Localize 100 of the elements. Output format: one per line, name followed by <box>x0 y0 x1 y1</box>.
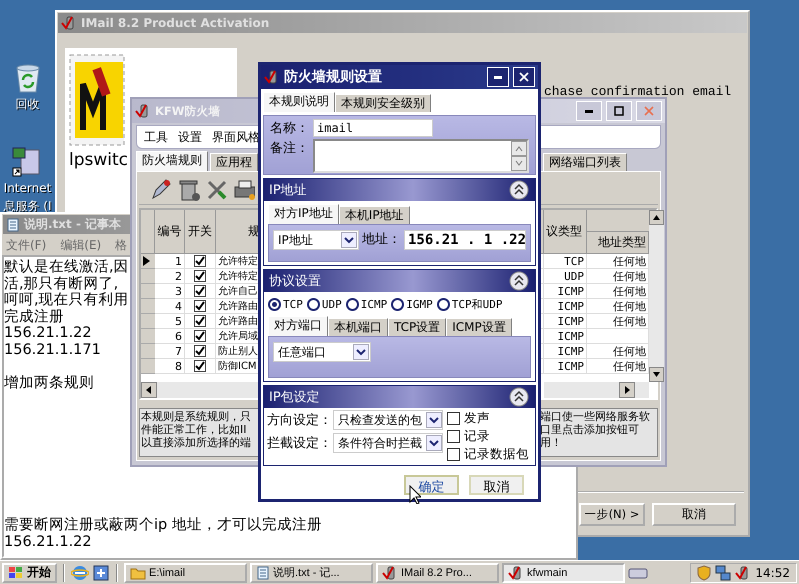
note-field[interactable] <box>313 139 529 173</box>
table-cell: ICMP <box>544 284 587 299</box>
radio-button[interactable]: TCP <box>268 297 303 312</box>
icon-label: 回收 <box>16 97 40 112</box>
table-cell: 2 <box>155 269 185 284</box>
next-button[interactable]: 一步(N) > <box>579 502 645 526</box>
tab[interactable]: 防火墙规则 <box>136 151 208 171</box>
taskbar-button[interactable]: 说明.txt - 记... <box>250 562 373 582</box>
text-line: 156.21.1.22 <box>4 325 92 342</box>
dropdown[interactable]: 条件符合时拦截 <box>333 433 443 453</box>
checkbox[interactable] <box>194 360 206 372</box>
minimize-button[interactable] <box>576 101 602 121</box>
table-cell: ICMP <box>544 329 587 344</box>
checkbox[interactable] <box>194 330 206 342</box>
table-cell: 7 <box>155 344 185 359</box>
current-row-icon <box>141 255 151 267</box>
taskbar-button[interactable]: E:\imail <box>124 562 247 582</box>
table-cell: 任何地 <box>587 269 649 284</box>
checkbox-option[interactable]: 记录 <box>447 428 529 445</box>
cancel-button[interactable]: 取消 <box>469 475 524 495</box>
table-cell: 任何地 <box>587 314 649 329</box>
text-line: 156.21.1.22 <box>4 534 92 550</box>
text-line: 完成注册 <box>4 308 64 325</box>
menu-item[interactable]: 工具 <box>144 128 168 146</box>
ip-type-dropdown[interactable]: IP地址 <box>273 230 359 250</box>
ok-button[interactable]: 确定 <box>404 475 459 495</box>
name-field[interactable]: imail <box>313 119 433 137</box>
table-cell: ICMP <box>544 344 587 359</box>
menu-item[interactable]: 格 <box>115 236 128 254</box>
tab[interactable]: 网络端口列表 <box>543 153 627 171</box>
port-dropdown[interactable]: 任意端口 <box>273 342 371 362</box>
tab[interactable]: 本规则说明 <box>263 92 335 112</box>
flag-icon <box>8 566 24 580</box>
text-line: 156.21.1.171 <box>4 342 101 358</box>
collapse-icon[interactable] <box>509 180 529 200</box>
trash-icon[interactable] <box>177 178 201 202</box>
scrollbar-track[interactable] <box>141 382 261 398</box>
scroll-up-icon[interactable] <box>649 210 664 225</box>
checkbox[interactable] <box>194 300 206 312</box>
spinner-icon[interactable] <box>511 141 527 171</box>
tab[interactable]: 本机端口 <box>328 318 388 336</box>
scroll-right-icon[interactable] <box>619 382 635 398</box>
menu-item[interactable]: 文件(F) <box>6 236 46 254</box>
checkbox[interactable] <box>194 270 206 282</box>
section-title: IP地址 <box>269 182 307 199</box>
network-icon <box>715 564 732 580</box>
tab[interactable]: 本规则安全级别 <box>335 94 431 112</box>
description-text: 本规则是系统规则，只 <box>141 410 251 423</box>
scroll-down-icon[interactable] <box>649 367 664 382</box>
window-title: IMail 8.2 Product Activation <box>81 16 270 30</box>
tab[interactable]: 对方IP地址 <box>268 204 339 224</box>
scrollbar-track[interactable] <box>544 382 649 398</box>
vertical-scrollbar[interactable] <box>649 210 664 382</box>
minimize-button[interactable] <box>487 67 509 87</box>
checkbox-option[interactable]: 发声 <box>447 410 529 427</box>
taskbar-button[interactable]: kfwmain <box>502 562 625 582</box>
table-cell: 3 <box>155 284 185 299</box>
menu-item[interactable]: 界面风格 <box>212 128 260 146</box>
radio-button[interactable]: TCP和UDP <box>436 297 502 312</box>
checkbox[interactable] <box>194 345 206 357</box>
tab[interactable]: 本机IP地址 <box>338 206 410 224</box>
logo-text: lpswitc <box>69 150 128 170</box>
collapse-icon[interactable] <box>509 271 529 291</box>
start-button[interactable]: 开始 <box>2 562 57 582</box>
tab[interactable]: TCP设置 <box>388 318 446 336</box>
table-cell: ICMP <box>544 359 587 374</box>
text-line: 需要断网注册或蔽两个ip 地址，才可以完成注册 <box>4 517 322 534</box>
ip-address-field[interactable]: 156.21 . 1 .22 <box>404 230 526 250</box>
dropdown[interactable]: 只检查发送的包 <box>333 410 443 430</box>
browser-icon[interactable] <box>71 564 89 582</box>
desktop-shortcut-icon[interactable] <box>92 564 110 582</box>
taskbar-button[interactable]: IMail 8.2 Pro... <box>376 562 499 582</box>
checkbox[interactable] <box>194 285 206 297</box>
cancel-button[interactable]: 取消 <box>652 502 736 526</box>
folder-icon <box>130 566 146 580</box>
scroll-left-icon[interactable] <box>141 382 157 398</box>
radio-button[interactable]: IGMP <box>391 297 433 312</box>
menu-item[interactable]: 编辑(E) <box>60 236 102 254</box>
description-text: 件能正常工作，比如II <box>141 423 246 436</box>
collapse-icon[interactable] <box>509 387 529 407</box>
window-title: 说明.txt - 记事本 <box>24 216 122 233</box>
checkbox[interactable] <box>194 255 206 267</box>
minimize-icon <box>494 76 502 78</box>
field-label: 拦截设定： <box>267 435 332 452</box>
tab[interactable]: 应用程 <box>210 153 258 171</box>
radio-button[interactable]: UDP <box>306 297 342 312</box>
pencil-icon[interactable] <box>149 178 173 202</box>
close-button[interactable] <box>513 67 535 87</box>
checkbox-option[interactable]: 记录数据包 <box>447 446 529 463</box>
column-header: 地址类型 <box>587 232 649 254</box>
radio-button[interactable]: ICMP <box>346 297 388 312</box>
maximize-button[interactable] <box>606 101 632 121</box>
chevron-down-icon <box>426 412 442 428</box>
printer-icon[interactable] <box>233 178 255 202</box>
menu-item[interactable]: 设置 <box>178 128 202 146</box>
tab[interactable]: ICMP设置 <box>446 318 512 336</box>
section-title: IP包设定 <box>269 389 320 406</box>
table-cell: 5 <box>155 314 185 329</box>
tab[interactable]: 对方端口 <box>268 316 328 336</box>
checkbox[interactable] <box>194 315 206 327</box>
